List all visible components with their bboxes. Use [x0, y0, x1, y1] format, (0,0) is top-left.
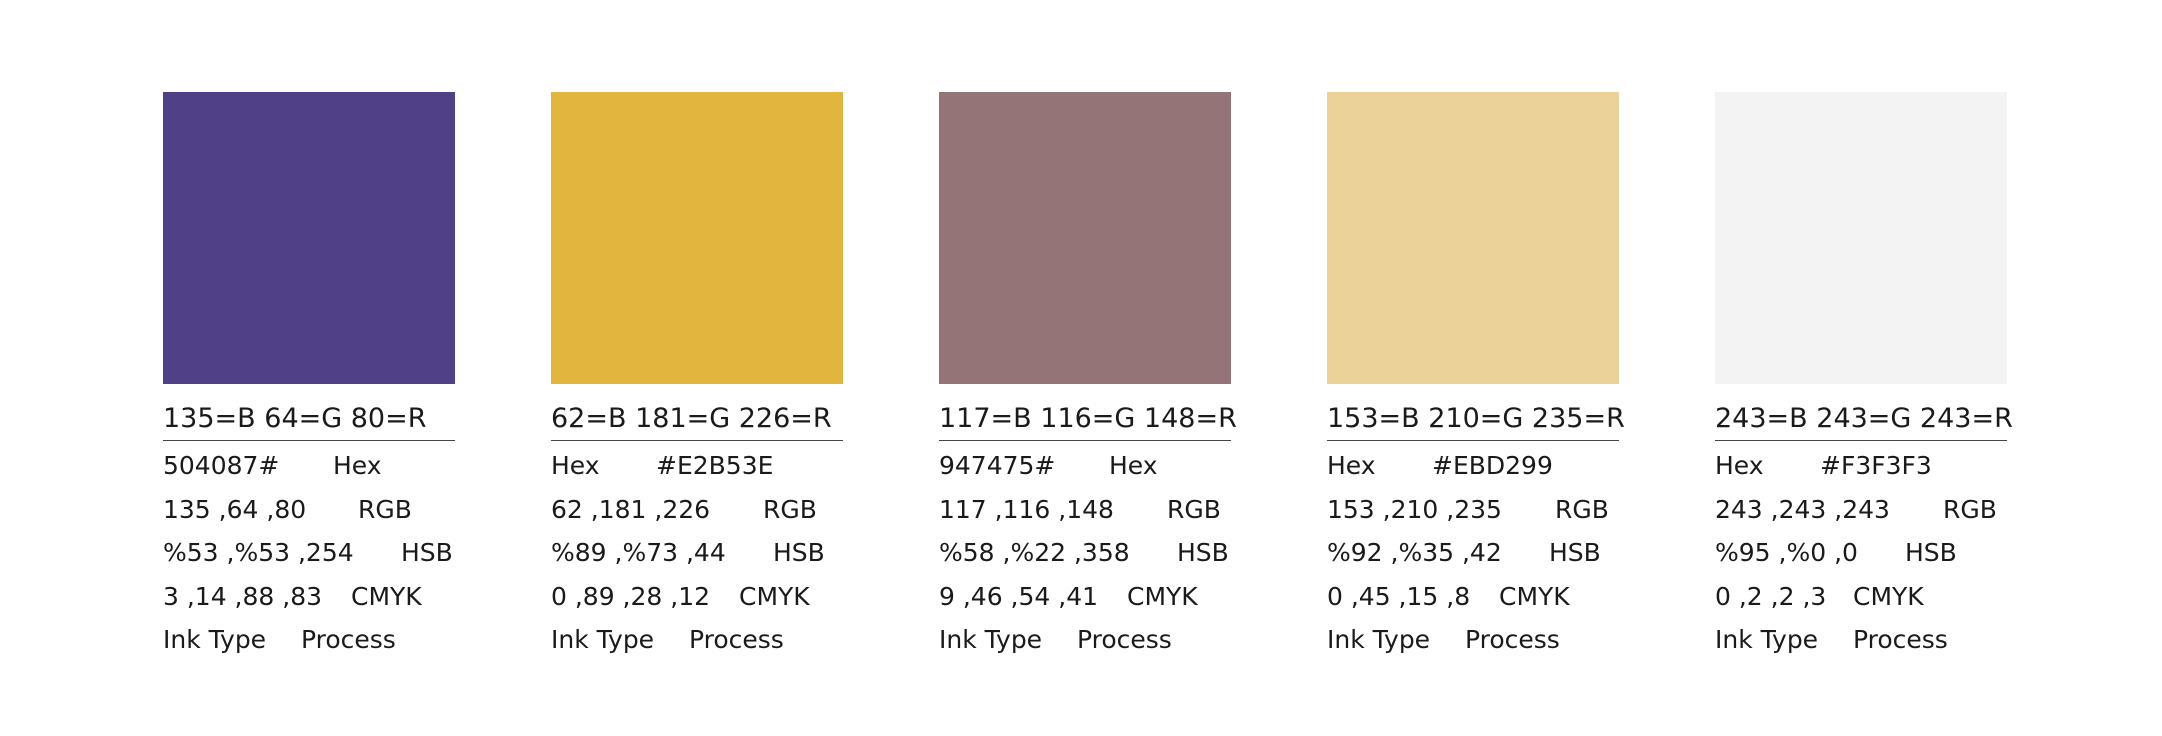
rgb-value: 243 ,243 ,243 [1715, 494, 1890, 524]
hex-label: Hex [1715, 451, 1764, 480]
hsb-label: HSB [1177, 538, 1229, 567]
color-swatch [1715, 92, 2007, 384]
ink-label: Ink Type [939, 625, 1043, 654]
hex-row: Hex #EBD299 [1327, 450, 1619, 482]
rgb-label: RGB [1555, 494, 1609, 524]
rgb-value: 135 ,64 ,80 [163, 494, 307, 524]
rgb-title: 62=B 181=G 226=R [551, 402, 843, 441]
color-palette: 135=B 64=G 80=R 504087# Hex 135 ,64 ,80 RG… [0, 0, 2162, 736]
ink-value: Process [301, 625, 396, 654]
hex-label: Hex [1327, 451, 1376, 480]
rgb-value: 117 ,116 ,148 [939, 494, 1114, 524]
hsb-row: %95 ,%0 ,0 HSB [1715, 537, 2007, 569]
rgb-value: 62 ,181 ,226 [551, 494, 711, 524]
cmyk-row: 0 ,2 ,2 ,3 CMYK [1715, 581, 2007, 613]
hex-row: 947475# Hex [939, 450, 1231, 482]
cmyk-value: 0 ,45 ,15 ,8 [1327, 581, 1471, 611]
ink-value: Process [1853, 625, 1948, 654]
cmyk-label: CMYK [1499, 581, 1570, 611]
rgb-title: 135=B 64=G 80=R [163, 402, 455, 441]
color-card-sand: 153=B 210=G 235=R Hex #EBD299 153 ,210 ,2… [1327, 92, 1625, 656]
rgb-label: RGB [763, 494, 817, 524]
hsb-value: %92 ,%35 ,42 [1327, 538, 1502, 567]
hex-value: #EBD299 [1432, 451, 1553, 480]
rgb-row: 243 ,243 ,243 RGB [1715, 494, 2007, 526]
cmyk-value: 0 ,89 ,28 ,12 [551, 581, 711, 611]
cmyk-value: 9 ,46 ,54 ,41 [939, 581, 1099, 611]
cmyk-value: 3 ,14 ,88 ,83 [163, 581, 323, 611]
color-card-gold: 62=B 181=G 226=R Hex #E2B53E 62 ,181 ,226… [551, 92, 843, 656]
ink-row: Ink Type Process [551, 624, 843, 656]
ink-label: Ink Type [1715, 625, 1819, 654]
ink-value: Process [1465, 625, 1560, 654]
rgb-title: 117=B 116=G 148=R [939, 402, 1237, 441]
hex-label: Hex [1109, 451, 1158, 480]
ink-row: Ink Type Process [1327, 624, 1619, 656]
ink-value: Process [1077, 625, 1172, 654]
rgb-label: RGB [358, 494, 412, 524]
color-swatch [1327, 92, 1619, 384]
hsb-label: HSB [773, 538, 825, 567]
cmyk-row: 3 ,14 ,88 ,83 CMYK [163, 581, 455, 613]
hsb-row: %89 ,%73 ,44 HSB [551, 537, 843, 569]
hsb-value: %95 ,%0 ,0 [1715, 538, 1858, 567]
hex-label: Hex [333, 451, 382, 480]
hex-row: 504087# Hex [163, 450, 455, 482]
rgb-row: 62 ,181 ,226 RGB [551, 494, 843, 526]
rgb-row: 135 ,64 ,80 RGB [163, 494, 455, 526]
hsb-value: %89 ,%73 ,44 [551, 538, 726, 567]
hex-value: #E2B53E [656, 451, 774, 480]
hsb-label: HSB [401, 538, 453, 567]
color-swatch [163, 92, 455, 384]
hex-label: Hex [551, 451, 600, 480]
ink-label: Ink Type [163, 625, 267, 654]
hsb-value: %58 ,%22 ,358 [939, 538, 1130, 567]
ink-row: Ink Type Process [939, 624, 1231, 656]
rgb-value: 153 ,210 ,235 [1327, 494, 1502, 524]
rgb-label: RGB [1943, 494, 1997, 524]
hex-value: 504087# [163, 451, 280, 480]
hex-value: #F3F3F3 [1820, 451, 1932, 480]
hsb-row: %53 ,%53 ,254 HSB [163, 537, 455, 569]
color-card-purple: 135=B 64=G 80=R 504087# Hex 135 ,64 ,80 RG… [163, 92, 455, 656]
hex-row: Hex #F3F3F3 [1715, 450, 2007, 482]
hex-value: 947475# [939, 451, 1056, 480]
rgb-title: 243=B 243=G 243=R [1715, 402, 2013, 441]
cmyk-label: CMYK [1853, 581, 1924, 611]
hsb-label: HSB [1905, 538, 1957, 567]
cmyk-label: CMYK [351, 581, 422, 611]
ink-value: Process [689, 625, 784, 654]
rgb-row: 117 ,116 ,148 RGB [939, 494, 1231, 526]
hsb-value: %53 ,%53 ,254 [163, 538, 354, 567]
cmyk-label: CMYK [1127, 581, 1198, 611]
color-swatch [551, 92, 843, 384]
color-card-mauve: 117=B 116=G 148=R 947475# Hex 117 ,116 ,1… [939, 92, 1237, 656]
cmyk-label: CMYK [739, 581, 810, 611]
rgb-label: RGB [1167, 494, 1221, 524]
hsb-row: %58 ,%22 ,358 HSB [939, 537, 1231, 569]
ink-row: Ink Type Process [163, 624, 455, 656]
color-card-light-gray: 243=B 243=G 243=R Hex #F3F3F3 243 ,243 ,2… [1715, 92, 2013, 656]
cmyk-row: 9 ,46 ,54 ,41 CMYK [939, 581, 1231, 613]
hex-row: Hex #E2B53E [551, 450, 843, 482]
cmyk-value: 0 ,2 ,2 ,3 [1715, 581, 1827, 611]
cmyk-row: 0 ,45 ,15 ,8 CMYK [1327, 581, 1619, 613]
ink-label: Ink Type [1327, 625, 1431, 654]
ink-label: Ink Type [551, 625, 655, 654]
rgb-title: 153=B 210=G 235=R [1327, 402, 1625, 441]
rgb-row: 153 ,210 ,235 RGB [1327, 494, 1619, 526]
hsb-row: %92 ,%35 ,42 HSB [1327, 537, 1619, 569]
color-swatch [939, 92, 1231, 384]
cmyk-row: 0 ,89 ,28 ,12 CMYK [551, 581, 843, 613]
ink-row: Ink Type Process [1715, 624, 2007, 656]
hsb-label: HSB [1549, 538, 1601, 567]
